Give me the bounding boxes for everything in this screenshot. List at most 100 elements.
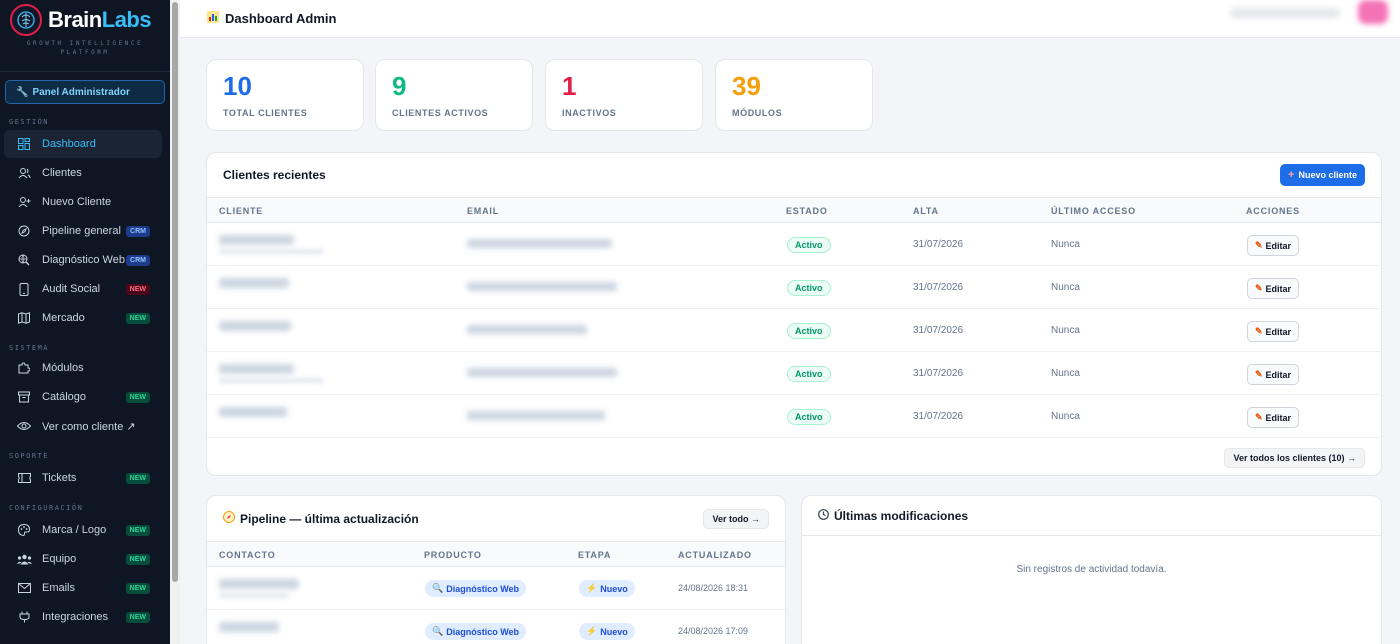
sidebar-item-audit-social[interactable]: Audit Social NEW [4,275,162,303]
sidebar: BrainLabs GROWTH INTELLIGENCE PLATFORM 🔧… [0,0,170,644]
scrollbar-thumb[interactable] [172,2,178,582]
status-badge: Activo [787,366,831,382]
user-name-redacted [1230,8,1340,18]
new-client-label: Nuevo cliente [1298,170,1357,180]
edit-label: Editar [1265,369,1292,380]
sidebar-item-label: Marca / Logo [42,524,107,536]
new-badge: NEW [125,472,150,484]
web-search-icon [16,254,32,266]
client-email-redacted [467,368,617,377]
sidebar-item-marca-logo[interactable]: Marca / Logo NEW [4,516,162,544]
sidebar-item-mercado[interactable]: Mercado NEW [4,304,162,332]
sidebar-item-label: Nuevo Cliente [42,196,112,208]
sidebar-item-emails[interactable]: Emails NEW [4,574,162,602]
product-label: Diagnóstico Web [446,626,520,637]
sidebar-item-modulos[interactable]: Módulos [4,354,162,382]
client-email-redacted [467,282,617,291]
activity-card: Últimas modificaciones Sin registros de … [801,495,1382,644]
sidebar-item-diagnostico-web[interactable]: Diagnóstico Web CRM [4,246,162,274]
sidebar-item-label: Ver como cliente ↗ [42,420,136,433]
pipeline-table-header: CONTACTO PRODUCTO ETAPA ACTUALIZADO [207,541,785,567]
sidebar-item-clientes[interactable]: Clientes [4,159,162,187]
stat-value: 9 [392,71,407,101]
avatar[interactable] [1358,0,1388,24]
client-name-redacted [219,321,291,331]
sidebar-item-ver-como-cliente[interactable]: Ver como cliente ↗ [4,412,162,440]
pipeline-icon [223,510,235,528]
new-badge: NEW [125,524,150,536]
brand-tagline: GROWTH INTELLIGENCE PLATFORM [26,40,144,56]
table-row[interactable]: Activo 31/07/2026 Nunca ✎ Editar [207,266,1381,309]
edit-button[interactable]: ✎ Editar [1247,364,1300,385]
edit-label: Editar [1265,240,1292,251]
client-last-access: Nunca [1051,325,1080,336]
sidebar-item-pipeline-general[interactable]: Pipeline general CRM [4,217,162,245]
section-configuracion: CONFIGURACIÓN [9,504,84,512]
view-all-clients-button[interactable]: Ver todos los clientes (10) → [1224,448,1365,468]
pipeline-card: Pipeline — última actualización Ver todo… [206,495,786,644]
col-estado: ESTADO [786,206,828,216]
edit-button[interactable]: ✎ Editar [1247,235,1300,256]
product-tag: 🔍 Diagnóstico Web [425,623,527,640]
crm-badge: CRM [126,254,150,266]
user-plus-icon [16,196,32,208]
new-badge: NEW [125,312,150,324]
product-tag: 🔍 Diagnóstico Web [425,580,527,597]
recent-clients-card: Clientes recientes + Nuevo cliente CLIEN… [206,152,1382,476]
stat-value: 10 [223,71,252,101]
edit-button[interactable]: ✎ Editar [1247,278,1300,299]
topbar: Dashboard Admin [180,0,1400,38]
sidebar-item-nuevo-cliente[interactable]: Nuevo Cliente [4,188,162,216]
stat-clientes-activos: 9 CLIENTES ACTIVOS [375,59,533,131]
ticket-icon [16,473,32,483]
col-cliente: CLIENTE [219,206,264,216]
table-row[interactable]: Activo 31/07/2026 Nunca ✎ Editar [207,223,1381,266]
status-badge: Activo [787,237,831,253]
sidebar-item-label: Diagnóstico Web [42,254,125,266]
pencil-icon: ✎ [1255,240,1263,250]
edit-label: Editar [1265,326,1292,337]
pencil-icon: ✎ [1255,412,1263,422]
new-client-button[interactable]: + Nuevo cliente [1280,164,1365,186]
table-row[interactable]: Activo 31/07/2026 Nunca ✎ Editar [207,309,1381,352]
sidebar-item-label: Catálogo [42,391,87,403]
new-badge: NEW [125,553,150,565]
map-icon [16,312,32,324]
client-name-redacted [219,364,294,374]
client-date: 31/07/2026 [913,239,964,250]
col-email: EMAIL [467,206,499,216]
palette-icon [16,524,32,536]
compass-icon [16,225,32,237]
col-actualizado: ACTUALIZADO [678,550,752,560]
sidebar-item-label: Pipeline general [42,225,121,237]
edit-button[interactable]: ✎ Editar [1247,321,1300,342]
sidebar-item-dashboard[interactable]: Dashboard [4,130,162,158]
sidebar-item-integraciones[interactable]: Integraciones NEW [4,603,162,631]
table-row[interactable]: Activo 31/07/2026 Nunca ✎ Editar [207,395,1381,438]
status-badge: Activo [787,280,831,296]
sidebar-item-tickets[interactable]: Tickets NEW [4,464,162,492]
col-contacto: CONTACTO [219,550,276,560]
client-last-access: Nunca [1051,368,1080,379]
eye-icon [16,421,32,431]
plug-icon [16,611,32,623]
table-row[interactable]: 🔍 Diagnóstico Web ⚡ Nuevo 24/08/2026 17:09 [207,610,785,644]
edit-label: Editar [1265,412,1292,423]
client-name-redacted [219,278,289,288]
stat-label: CLIENTES ACTIVOS [392,108,489,118]
admin-panel-button[interactable]: 🔧 Panel Administrador [5,80,165,104]
stat-total-clientes: 10 TOTAL CLIENTES [206,59,364,131]
archive-icon [16,391,32,403]
sidebar-scrollbar[interactable] [170,0,180,644]
pipeline-view-all-button[interactable]: Ver todo → [703,508,769,529]
activity-empty-state: Sin registros de actividad todavía. [1016,564,1167,575]
client-last-access: Nunca [1051,411,1080,422]
table-row[interactable]: 🔍 Diagnóstico Web ⚡ Nuevo 24/08/2026 18:31 [207,567,785,610]
sidebar-item-equipo[interactable]: Equipo NEW [4,545,162,573]
edit-button[interactable]: ✎ Editar [1247,407,1300,428]
table-row[interactable]: Activo 31/07/2026 Nunca ✎ Editar [207,352,1381,395]
sidebar-item-catalogo[interactable]: Catálogo NEW [4,383,162,411]
stat-label: TOTAL CLIENTES [223,108,308,118]
stat-label: INACTIVOS [562,108,617,118]
section-soporte: SOPORTE [9,452,50,460]
